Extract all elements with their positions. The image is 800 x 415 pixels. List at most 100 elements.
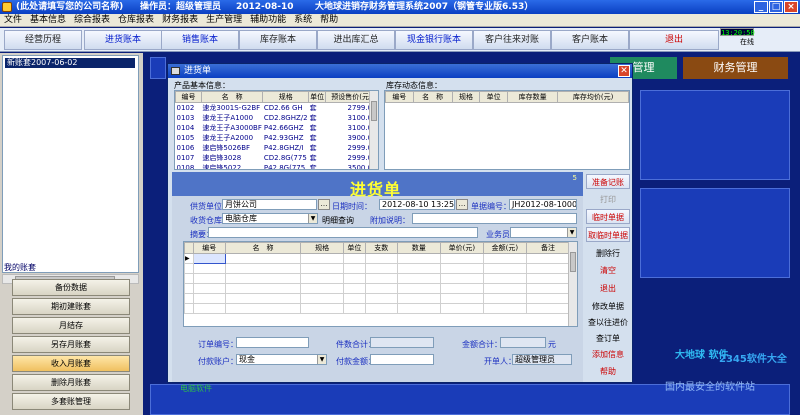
left-action-button[interactable]: 期初建账套 bbox=[12, 298, 130, 315]
stock-column-header[interactable]: 单位 bbox=[479, 91, 508, 103]
left-action-button[interactable]: 月结存 bbox=[12, 317, 130, 334]
product-column-header[interactable]: 单位 bbox=[308, 91, 327, 103]
nav-button[interactable]: 库存账本 bbox=[239, 30, 317, 50]
dialog-action-button[interactable]: 清空 bbox=[586, 262, 630, 277]
stock-column-header[interactable]: 编号 bbox=[385, 91, 414, 103]
item-cell[interactable] bbox=[224, 263, 302, 274]
item-cell[interactable] bbox=[343, 303, 366, 314]
menu-item[interactable]: 辅助功能 bbox=[250, 14, 286, 26]
table-row[interactable]: 0106 速启锋5026BF P42.8GHZ/I 套 2999.00 bbox=[176, 143, 378, 153]
table-row[interactable] bbox=[184, 263, 571, 274]
finance-management-tile[interactable]: 财务管理 bbox=[683, 57, 788, 79]
table-row[interactable]: 0108 速启锋5022 P42.8G(775 套 3500.00 bbox=[176, 163, 378, 169]
table-row[interactable]: ▶ bbox=[184, 253, 571, 264]
salesman-select[interactable]: ▼ bbox=[510, 227, 577, 238]
item-column-header[interactable]: 单位 bbox=[343, 242, 366, 254]
warehouse-select[interactable]: 电脑仓库 ▼ bbox=[222, 213, 318, 224]
item-column-header[interactable]: 数量 bbox=[396, 242, 441, 254]
dialog-action-button[interactable]: 添加信息 bbox=[586, 346, 630, 361]
stock-column-header[interactable]: 名 称 bbox=[412, 91, 453, 103]
minimize-icon[interactable]: _ bbox=[754, 1, 768, 13]
nav-button[interactable]: 经营历程 bbox=[4, 30, 82, 50]
table-row[interactable]: 0105 速龙王子A2000 P42.93GHZ 套 3900.00 bbox=[176, 133, 378, 143]
nav-button[interactable]: 进出库汇总 bbox=[317, 30, 395, 50]
dialog-action-button[interactable]: 查订单 bbox=[586, 330, 630, 345]
item-column-header[interactable]: 单价(元) bbox=[439, 242, 484, 254]
maximize-icon[interactable]: □ bbox=[769, 1, 783, 13]
dialog-action-button[interactable]: 退出 bbox=[586, 280, 630, 295]
item-cell[interactable] bbox=[224, 253, 302, 264]
menu-item[interactable]: 基本信息 bbox=[30, 14, 66, 26]
nav-button[interactable]: 客户账本 bbox=[551, 30, 629, 50]
summary-field[interactable] bbox=[208, 227, 478, 238]
dialog-close-icon[interactable]: ✕ bbox=[618, 65, 630, 77]
table-row[interactable] bbox=[184, 273, 571, 284]
item-table[interactable]: 编号名 称规格 单位 支数 数量 单价(元) 金额(元) 备注 ▶ bbox=[183, 241, 578, 327]
nav-button[interactable]: 客户往来对账 bbox=[473, 30, 551, 50]
item-cell[interactable] bbox=[525, 303, 571, 314]
left-action-button[interactable]: 删除月账套 bbox=[12, 374, 130, 391]
item-cell[interactable] bbox=[300, 273, 345, 284]
item-column-header[interactable]: 名 称 bbox=[224, 242, 302, 254]
item-column-header[interactable]: 规格 bbox=[300, 242, 345, 254]
item-cell[interactable] bbox=[525, 263, 571, 274]
stock-column-header[interactable]: 库存均价(元) bbox=[557, 91, 629, 103]
item-cell[interactable] bbox=[364, 253, 398, 264]
item-column-header[interactable] bbox=[184, 242, 194, 254]
left-action-button[interactable]: 多套账管理 bbox=[12, 393, 130, 410]
pay-account-select[interactable]: 现金 ▼ bbox=[236, 354, 327, 365]
chevron-down-icon[interactable]: ▼ bbox=[567, 228, 576, 237]
item-cell[interactable] bbox=[343, 293, 366, 304]
supplier-picker-button[interactable]: … bbox=[318, 199, 330, 210]
supplier-field[interactable]: 月饼公司 bbox=[222, 199, 317, 210]
item-cell[interactable] bbox=[396, 293, 441, 304]
order-no-field[interactable] bbox=[236, 337, 309, 348]
item-cell[interactable] bbox=[192, 263, 226, 274]
left-action-button[interactable]: 另存月账套 bbox=[12, 336, 130, 353]
item-cell[interactable] bbox=[192, 283, 226, 294]
left-action-button[interactable]: 备份数据 bbox=[12, 279, 130, 296]
stock-column-header[interactable]: 库存数量 bbox=[506, 91, 559, 103]
item-cell[interactable] bbox=[192, 253, 226, 264]
item-cell[interactable] bbox=[439, 303, 484, 314]
item-cell[interactable] bbox=[396, 273, 441, 284]
item-cell[interactable] bbox=[396, 263, 441, 274]
item-column-header[interactable]: 编号 bbox=[192, 242, 226, 254]
close-icon[interactable]: × bbox=[784, 1, 798, 13]
item-cell[interactable] bbox=[364, 273, 398, 284]
item-cell[interactable] bbox=[525, 273, 571, 284]
item-cell[interactable] bbox=[224, 283, 302, 294]
menu-item[interactable]: 帮助 bbox=[320, 14, 338, 26]
product-column-header[interactable]: 规格 bbox=[262, 91, 310, 103]
nav-button[interactable]: 销售账本 bbox=[161, 30, 239, 50]
menu-item[interactable]: 生产管理 bbox=[206, 14, 242, 26]
stock-table[interactable]: 编号名 称规格 单位 库存数量 库存均价(元) bbox=[384, 90, 630, 170]
dialog-action-button[interactable]: 打印 bbox=[586, 191, 630, 206]
dialog-action-button[interactable]: 准备记账 bbox=[586, 174, 630, 189]
table-row[interactable]: 0107 速启锋3028 CD2.8G(775 套 2999.00 bbox=[176, 153, 378, 163]
dialog-action-button[interactable]: 帮助 bbox=[586, 363, 630, 378]
item-cell[interactable] bbox=[192, 273, 226, 284]
nav-button[interactable]: 现金银行账本 bbox=[395, 30, 473, 50]
item-cell[interactable] bbox=[300, 293, 345, 304]
stock-column-header[interactable]: 规格 bbox=[451, 91, 481, 103]
item-cell[interactable] bbox=[364, 303, 398, 314]
account-book-item[interactable]: 新账套2007-06-02 bbox=[5, 58, 135, 68]
item-cell[interactable] bbox=[192, 303, 226, 314]
dialog-action-button[interactable]: 删除行 bbox=[586, 245, 630, 260]
nav-button[interactable]: 进货账本 bbox=[84, 30, 162, 50]
item-cell[interactable] bbox=[482, 263, 527, 274]
dialog-action-button[interactable]: 临时单据 bbox=[586, 209, 630, 224]
item-cell[interactable] bbox=[525, 253, 571, 264]
item-cell[interactable] bbox=[300, 263, 345, 274]
chevron-down-icon[interactable]: ▼ bbox=[308, 214, 317, 223]
dialog-action-button[interactable]: 修改单据 bbox=[586, 298, 630, 313]
item-cell[interactable] bbox=[439, 283, 484, 294]
item-cell[interactable] bbox=[224, 303, 302, 314]
item-cell[interactable] bbox=[482, 253, 527, 264]
table-row[interactable] bbox=[184, 293, 571, 304]
item-cell[interactable] bbox=[300, 253, 345, 264]
date-picker-button[interactable]: … bbox=[456, 199, 468, 210]
nav-button[interactable]: 退出 bbox=[629, 30, 719, 50]
product-table-scrollbar[interactable] bbox=[369, 91, 378, 169]
